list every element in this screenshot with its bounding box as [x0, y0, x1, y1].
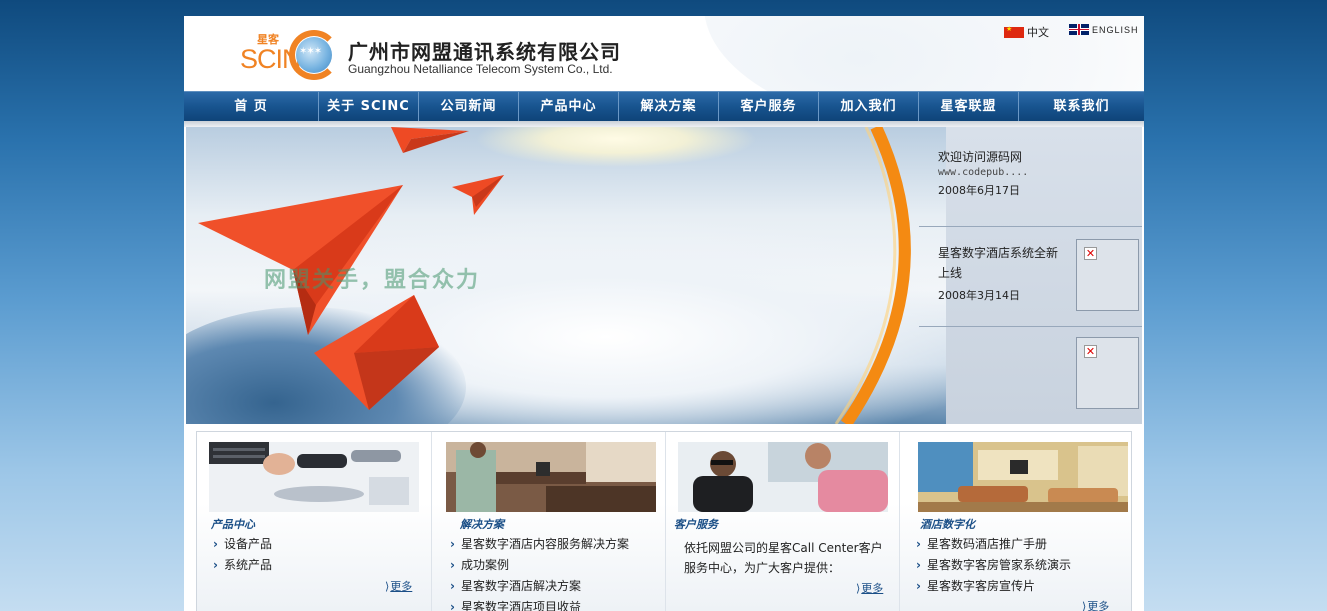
nav-item-products[interactable]: 产品中心: [519, 92, 619, 121]
content-area: 产品中心 设备产品 系统产品 更多 解决方案: [196, 431, 1132, 611]
banner: 网盟关手，盟合众力 欢迎访问源码网 www.codepub.... 2008年6…: [186, 127, 1142, 424]
list-item[interactable]: 星客数字酒店解决方案: [448, 576, 629, 597]
nav-item-service[interactable]: 客户服务: [719, 92, 819, 121]
news-divider: [919, 226, 1142, 227]
section-list: 星客数码酒店推广手册 星客数字客房管家系统演示 星客数字客房宣传片: [914, 534, 1071, 597]
news-date: 2008年3月14日: [938, 289, 1020, 302]
nav-item-news[interactable]: 公司新闻: [419, 92, 519, 121]
company-name-en: Guangzhou Netalliance Telecom System Co.…: [348, 62, 613, 76]
banner-orange-arc: [834, 127, 911, 424]
hotel-image[interactable]: [918, 442, 1128, 512]
section-solutions: 解决方案 星客数字酒店内容服务解决方案 成功案例 星客数字酒店解决方案 星客数字…: [431, 432, 665, 611]
broken-image-icon: ✕: [1084, 247, 1097, 260]
lang-chinese-link[interactable]: 中文: [1004, 24, 1049, 40]
more-link[interactable]: 更多: [856, 580, 883, 596]
broken-image-icon: ✕: [1084, 345, 1097, 358]
nav-item-join[interactable]: 加入我们: [819, 92, 919, 121]
banner-slogan: 网盟关手，盟合众力: [264, 268, 481, 293]
uk-flag-icon: [1069, 24, 1089, 35]
news-item[interactable]: 星客数字酒店系统全新上线 2008年3月14日: [938, 243, 1063, 303]
news-divider: [919, 326, 1142, 327]
list-item[interactable]: 成功案例: [448, 555, 629, 576]
news-title[interactable]: 星客数字酒店系统全新上线: [938, 243, 1063, 283]
paper-plane-small-icon: [452, 175, 504, 215]
list-item[interactable]: 星客数码酒店推广手册: [914, 534, 1071, 555]
china-flag-icon: [1004, 25, 1024, 38]
news-item[interactable]: 欢迎访问源码网 www.codepub.... 2008年6月17日: [938, 147, 1138, 198]
list-item[interactable]: 星客数字酒店内容服务解决方案: [448, 534, 629, 555]
page: 星客 SCIN 广州市网盟通讯系统有限公司 Guangzhou Netallia…: [184, 16, 1144, 611]
nav-item-home[interactable]: 首 页: [184, 92, 319, 121]
company-name-cn: 广州市网盟通讯系统有限公司: [348, 40, 621, 64]
news-date: 2008年6月17日: [938, 184, 1020, 197]
service-image[interactable]: [678, 442, 888, 512]
logo-globe-icon: [296, 37, 332, 73]
lang-english-label: ENGLISH: [1092, 24, 1139, 35]
section-title[interactable]: 产品中心: [211, 516, 255, 532]
lang-chinese-label: 中文: [1027, 26, 1049, 39]
section-products: 产品中心 设备产品 系统产品 更多: [197, 432, 431, 611]
products-image[interactable]: [209, 442, 419, 512]
nav-item-alliance[interactable]: 星客联盟: [919, 92, 1019, 121]
list-item[interactable]: 星客数字客房宣传片: [914, 576, 1071, 597]
news-panel: 欢迎访问源码网 www.codepub.... 2008年6月17日 星客数字酒…: [919, 127, 1142, 424]
header: 星客 SCIN 广州市网盟通讯系统有限公司 Guangzhou Netallia…: [184, 16, 1144, 91]
solutions-image[interactable]: [446, 442, 656, 512]
nav-item-solutions[interactable]: 解决方案: [619, 92, 719, 121]
list-item[interactable]: 星客数字客房管家系统演示: [914, 555, 1071, 576]
service-description: 依托网盟公司的星客Call Center客户服务中心，为广大客户提供：: [684, 541, 883, 575]
main-nav: 首 页 关于 SCINC 公司新闻 产品中心 解决方案 客户服务 加入我们 星客…: [184, 91, 1144, 121]
list-item[interactable]: 系统产品: [211, 555, 272, 576]
more-link[interactable]: 更多: [1082, 598, 1109, 611]
section-list: 设备产品 系统产品: [211, 534, 272, 576]
list-item[interactable]: 设备产品: [211, 534, 272, 555]
list-item[interactable]: 星客数字酒店项目收益: [448, 597, 629, 611]
lang-english-link[interactable]: ENGLISH: [1069, 24, 1139, 35]
news-thumbnail[interactable]: ✕: [1076, 239, 1139, 311]
paper-plane-top-icon: [391, 127, 469, 153]
news-subtitle: www.codepub....: [938, 167, 1029, 178]
section-list: 星客数字酒店内容服务解决方案 成功案例 星客数字酒店解决方案 星客数字酒店项目收…: [448, 534, 629, 611]
nav-item-about[interactable]: 关于 SCINC: [319, 92, 419, 121]
company-logo[interactable]: 星客 SCIN: [240, 28, 340, 82]
news-thumbnail[interactable]: ✕: [1076, 337, 1139, 409]
news-title[interactable]: 欢迎访问源码网: [938, 147, 1138, 167]
section-title[interactable]: 客户服务: [674, 516, 718, 532]
section-title[interactable]: 解决方案: [460, 516, 504, 532]
nav-item-contact[interactable]: 联系我们: [1019, 92, 1144, 121]
section-hotel: 酒店数字化 星客数码酒店推广手册 星客数字客房管家系统演示 星客数字客房宣传片 …: [899, 432, 1133, 611]
more-link[interactable]: 更多: [385, 578, 412, 594]
section-service: 客户服务 依托网盟公司的星客Call Center客户服务中心，为广大客户提供：…: [665, 432, 899, 611]
paper-plane-bottom-icon: [314, 295, 439, 410]
section-title[interactable]: 酒店数字化: [920, 516, 975, 532]
